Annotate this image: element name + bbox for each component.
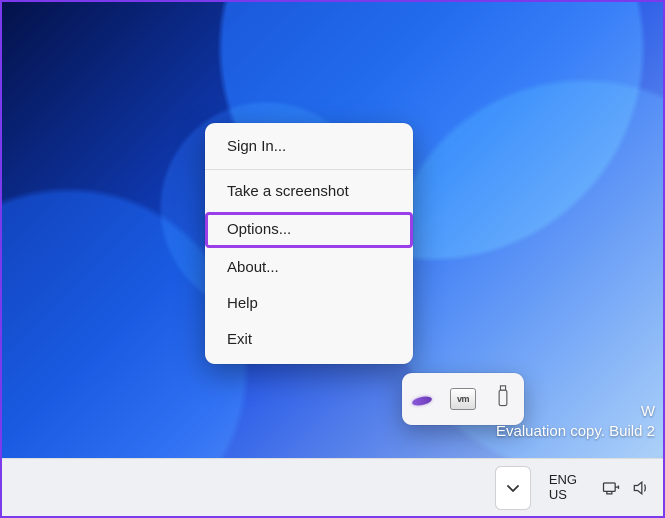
system-status-icons[interactable] — [595, 478, 657, 498]
watermark-line-1: W — [496, 402, 655, 422]
tray-icon-vmware[interactable]: vm — [446, 382, 480, 416]
menu-item-options[interactable]: Options... — [205, 212, 413, 248]
menu-separator — [205, 169, 413, 170]
menu-item-sign-in[interactable]: Sign In... — [205, 129, 413, 165]
chevron-down-icon — [505, 480, 521, 496]
windows-watermark: W Evaluation copy. Build 2 — [496, 402, 655, 443]
language-secondary: US — [549, 488, 567, 503]
network-icon — [601, 478, 621, 498]
tray-app-context-menu: Sign In... Take a screenshot Options... … — [205, 123, 413, 364]
menu-item-exit[interactable]: Exit — [205, 322, 413, 358]
screenshot-viewport: Sign In... Take a screenshot Options... … — [0, 0, 665, 518]
tray-icon-app-swoosh[interactable] — [406, 382, 440, 416]
menu-item-take-screenshot[interactable]: Take a screenshot — [205, 174, 413, 210]
vm-badge-icon: vm — [450, 388, 476, 410]
swoosh-icon — [412, 391, 434, 407]
tray-overflow-chevron-button[interactable] — [495, 466, 531, 510]
taskbar: ENG US — [2, 458, 663, 516]
language-primary: ENG — [549, 473, 577, 488]
language-indicator[interactable]: ENG US — [537, 473, 589, 503]
watermark-line-2: Evaluation copy. Build 2 — [496, 422, 655, 442]
menu-item-about[interactable]: About... — [205, 250, 413, 286]
volume-icon — [631, 478, 651, 498]
menu-item-help[interactable]: Help — [205, 286, 413, 322]
